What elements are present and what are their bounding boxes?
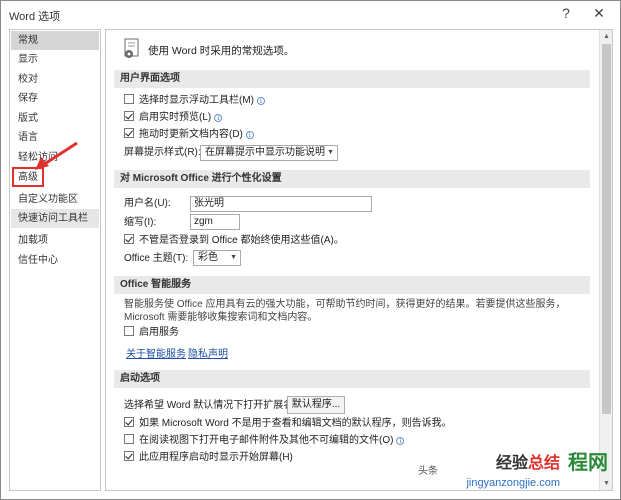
sidebar-item-trust-center[interactable]: 信任中心 bbox=[11, 251, 99, 270]
extensions-label: 选择希望 Word 默认情况下打开扩展名: bbox=[124, 400, 297, 411]
about-intelligent-services-link[interactable]: 关于智能服务 bbox=[126, 345, 186, 360]
sidebar-item-proofing[interactable]: 校对 bbox=[11, 70, 99, 89]
help-icon[interactable]: ? bbox=[556, 5, 576, 23]
scroll-thumb[interactable] bbox=[602, 44, 611, 414]
sidebar-item-customize-ribbon[interactable]: 自定义功能区 bbox=[11, 190, 99, 209]
info-icon: i bbox=[245, 131, 254, 139]
title-bar: Word 选项 ? ✕ bbox=[1, 1, 620, 27]
close-icon[interactable]: ✕ bbox=[584, 5, 614, 23]
options-sidebar: 常规 显示 校对 保存 版式 语言 轻松访问 高级 自定义功能区 快速访问工具栏… bbox=[9, 29, 101, 491]
watermark-partial: 程网 bbox=[568, 452, 608, 474]
option-always-use[interactable]: 不管是否登录到 Office 都始终使用这些值(A)。 bbox=[124, 233, 344, 249]
section-startup-options: 启动选项 bbox=[114, 370, 590, 388]
sidebar-item-display[interactable]: 显示 bbox=[11, 50, 99, 69]
start-screen-checkbox[interactable] bbox=[124, 451, 134, 461]
info-icon: i bbox=[257, 97, 265, 105]
info-icon: i bbox=[396, 437, 405, 445]
section-personalize: 对 Microsoft Office 进行个性化设置 bbox=[114, 170, 590, 188]
mini-toolbar-checkbox[interactable] bbox=[124, 94, 134, 104]
initials-input[interactable]: zgm bbox=[190, 214, 240, 230]
reading-view-checkbox[interactable] bbox=[124, 434, 134, 444]
info-icon: i bbox=[214, 114, 223, 122]
sidebar-item-layout[interactable]: 版式 bbox=[11, 109, 99, 128]
tooltip-style-select[interactable]: 在屏幕提示中显示功能说明 ▼ bbox=[200, 145, 338, 161]
live-preview-checkbox[interactable] bbox=[124, 111, 134, 121]
sidebar-item-general[interactable]: 常规 bbox=[11, 31, 99, 50]
username-input[interactable]: 张光明 bbox=[190, 196, 372, 212]
tooltip-style-label: 屏幕提示样式(R): bbox=[124, 147, 201, 158]
always-use-checkbox[interactable] bbox=[124, 234, 134, 244]
privacy-statement-link[interactable]: 隐私声明 bbox=[188, 345, 228, 360]
window-title: Word 选项 bbox=[9, 11, 61, 23]
office-theme-select[interactable]: 彩色 ▼ bbox=[193, 250, 241, 266]
sidebar-item-save[interactable]: 保存 bbox=[11, 89, 99, 108]
initials-label: 缩写(I): bbox=[124, 217, 157, 228]
option-tell-default[interactable]: 如果 Microsoft Word 不是用于查看和编辑文档的默认程序，则告诉我。 bbox=[124, 416, 452, 432]
settings-page-icon bbox=[124, 38, 139, 58]
enable-services-checkbox[interactable] bbox=[124, 326, 134, 336]
option-update-drag[interactable]: 拖动时更新文档内容(D) i bbox=[124, 127, 254, 143]
office-theme-label: Office 主题(T): bbox=[124, 253, 189, 264]
option-start-screen[interactable]: 此应用程序启动时显示开始屏幕(H) bbox=[124, 450, 293, 466]
tell-default-checkbox[interactable] bbox=[124, 417, 134, 427]
scroll-up-icon[interactable]: ▲ bbox=[602, 32, 611, 41]
chevron-down-icon: ▼ bbox=[230, 254, 237, 261]
default-programs-button[interactable]: 默认程序... bbox=[287, 396, 345, 414]
chevron-down-icon: ▼ bbox=[327, 149, 334, 156]
option-enable-services[interactable]: 启用服务 bbox=[124, 325, 179, 341]
option-live-preview[interactable]: 启用实时预览(L) i bbox=[124, 110, 223, 126]
section-ui-options: 用户界面选项 bbox=[114, 70, 590, 88]
intelligent-description: 智能服务使 Office 应用具有云的强大功能，可帮助节约时间，获得更好的结果。… bbox=[124, 299, 566, 323]
sidebar-item-quick-access-toolbar[interactable]: 快速访问工具栏 bbox=[11, 209, 99, 228]
username-label: 用户名(U): bbox=[124, 198, 171, 209]
section-intelligent-services: Office 智能服务 bbox=[114, 276, 590, 294]
option-reading-view[interactable]: 在阅读视图下打开电子邮件附件及其他不可编辑的文件(O) i bbox=[124, 433, 405, 449]
content-scrollbar[interactable]: ▲ ▼ bbox=[599, 30, 612, 490]
options-content: 使用 Word 时采用的常规选项。 用户界面选项 选择时显示浮动工具栏(M) i … bbox=[105, 29, 613, 491]
watermark-url: jingyanzongjie.com bbox=[466, 477, 560, 489]
watermark-source: 头条 bbox=[418, 466, 438, 477]
update-drag-checkbox[interactable] bbox=[124, 128, 134, 138]
watermark-brand: 经验总结 bbox=[495, 455, 560, 472]
intro-text: 使用 Word 时采用的常规选项。 bbox=[148, 45, 295, 57]
annotation-arrow-icon bbox=[35, 141, 78, 170]
sidebar-item-add-ins[interactable]: 加载项 bbox=[11, 231, 99, 250]
option-mini-toolbar[interactable]: 选择时显示浮动工具栏(M) i bbox=[124, 93, 265, 109]
watermark: 头条 经验总结 jingyanzongjie.com 程网 bbox=[364, 452, 614, 493]
word-options-dialog: Word 选项 ? ✕ 常规 显示 校对 保存 版式 语言 轻松访问 高级 自定… bbox=[0, 0, 621, 500]
